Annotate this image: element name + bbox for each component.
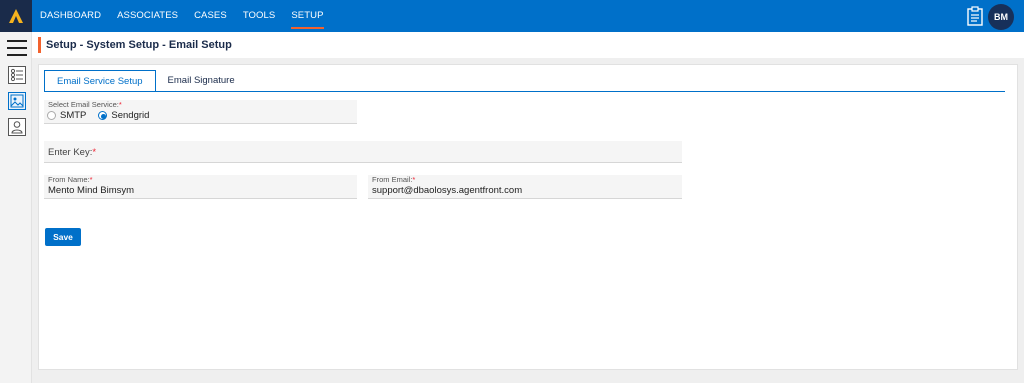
- hamburger-icon[interactable]: [7, 40, 27, 56]
- email-service-label: Select Email Service:: [48, 100, 119, 109]
- from-email-label: From Email:: [372, 175, 413, 184]
- smtp-radio[interactable]: [47, 111, 56, 120]
- nav-tools[interactable]: TOOLS: [243, 0, 276, 32]
- app-logo-icon[interactable]: [0, 0, 32, 32]
- list-settings-icon[interactable]: [8, 66, 26, 84]
- user-avatar[interactable]: BM: [988, 4, 1014, 30]
- left-sidebar: [0, 32, 32, 383]
- from-name-field[interactable]: From Name:* Mento Mind Bimsym: [44, 175, 357, 199]
- smtp-radio-label[interactable]: SMTP: [60, 110, 86, 121]
- user-icon[interactable]: [8, 118, 26, 136]
- sendgrid-radio-label[interactable]: Sendgrid: [111, 110, 149, 121]
- tab-email-service-setup[interactable]: Email Service Setup: [44, 70, 156, 92]
- from-name-label: From Name:: [48, 175, 90, 184]
- required-mark: *: [89, 175, 93, 184]
- page-title: Setup - System Setup - Email Setup: [46, 39, 232, 51]
- nav-associates[interactable]: ASSOCIATES: [117, 0, 178, 32]
- nav-cases[interactable]: CASES: [194, 0, 227, 32]
- nav-setup[interactable]: SETUP: [291, 0, 324, 32]
- main-nav: DASHBOARD ASSOCIATES CASES TOOLS SETUP: [40, 0, 340, 32]
- nav-dashboard[interactable]: DASHBOARD: [40, 0, 101, 32]
- tab-underline: [44, 91, 1005, 92]
- breadcrumb: Setup - System Setup - Email Setup: [38, 36, 232, 54]
- tab-bar: Email Service Setup Email Signature: [44, 70, 247, 92]
- email-service-radio-group: SMTP Sendgrid: [47, 110, 161, 121]
- from-email-value[interactable]: support@dbaolosys.agentfront.com: [372, 185, 522, 196]
- enter-key-placeholder: Enter Key:: [48, 147, 93, 158]
- tab-email-signature[interactable]: Email Signature: [156, 70, 247, 92]
- save-button[interactable]: Save: [45, 228, 81, 246]
- required-mark: *: [92, 147, 97, 158]
- sendgrid-radio[interactable]: [98, 111, 108, 120]
- enter-key-field[interactable]: Enter Key:*: [44, 141, 682, 163]
- required-mark: *: [118, 100, 122, 109]
- clipboard-icon[interactable]: [965, 6, 985, 26]
- title-accent-bar: [38, 37, 41, 53]
- top-nav-bar: DASHBOARD ASSOCIATES CASES TOOLS SETUP B…: [0, 0, 1024, 32]
- required-mark: *: [412, 175, 416, 184]
- from-email-field[interactable]: From Email:* support@dbaolosys.agentfron…: [368, 175, 682, 199]
- image-icon[interactable]: [8, 92, 26, 110]
- from-name-value[interactable]: Mento Mind Bimsym: [48, 185, 134, 196]
